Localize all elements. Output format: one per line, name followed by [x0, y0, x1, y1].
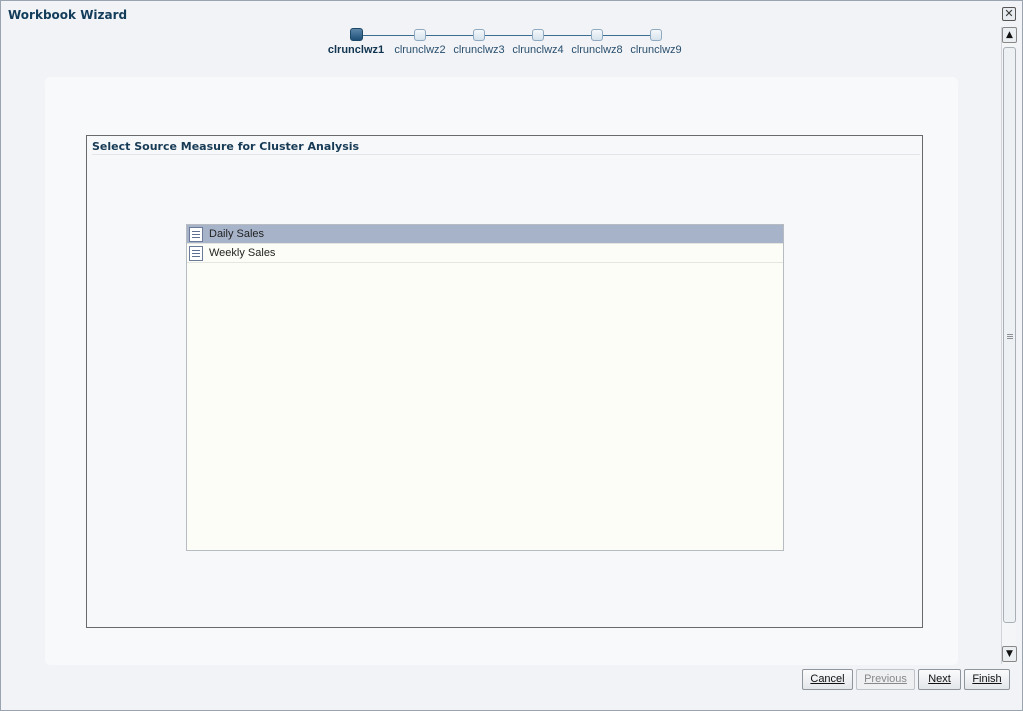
train-step-2-node: [414, 29, 426, 41]
scrollbar-grip: [1007, 334, 1013, 339]
train-step-5[interactable]: clrunclwz8: [567, 28, 627, 56]
document-icon: [189, 226, 203, 242]
document-icon: [189, 245, 203, 261]
train-step-3-label: clrunclwz3: [453, 44, 505, 56]
train-step-5-node: [591, 29, 603, 41]
workbook-wizard-dialog: Workbook Wizard ✕ clrunclwz1 clrunclwz2 …: [0, 0, 1023, 711]
scroll-down-icon[interactable]: ▼: [1002, 646, 1017, 662]
dialog-title: Workbook Wizard: [8, 8, 128, 22]
section-title: Select Source Measure for Cluster Analys…: [92, 140, 360, 153]
train-step-2-label: clrunclwz2: [394, 44, 446, 56]
previous-button[interactable]: Previous: [856, 669, 915, 690]
train-step-3-node: [473, 29, 485, 41]
close-icon[interactable]: ✕: [1002, 7, 1016, 21]
finish-button[interactable]: Finish: [964, 669, 1010, 690]
train-step-6-node: [650, 29, 662, 41]
measure-list[interactable]: Daily Sales Weekly Sales: [186, 224, 784, 551]
vertical-scrollbar[interactable]: ▲ ▼: [1001, 27, 1017, 664]
train-step-4-label: clrunclwz4: [512, 44, 564, 56]
cancel-button[interactable]: Cancel: [802, 669, 853, 690]
train-step-4-node: [532, 29, 544, 41]
list-item[interactable]: Weekly Sales: [187, 244, 783, 263]
list-item[interactable]: Daily Sales: [187, 225, 783, 244]
train-step-6[interactable]: clrunclwz9: [626, 28, 686, 56]
section-title-divider: [92, 154, 920, 155]
train-step-1-label: clrunclwz1: [327, 44, 385, 56]
next-button[interactable]: Next: [918, 669, 961, 690]
train-step-1-node: [349, 28, 363, 41]
scrollbar-thumb[interactable]: [1003, 47, 1016, 623]
train-step-4[interactable]: clrunclwz4: [508, 28, 568, 56]
train-step-6-label: clrunclwz9: [630, 44, 682, 56]
train-step-2[interactable]: clrunclwz2: [390, 28, 450, 56]
list-item-label: Daily Sales: [209, 228, 265, 240]
scroll-up-icon[interactable]: ▲: [1002, 27, 1017, 43]
list-item-label: Weekly Sales: [209, 247, 276, 259]
wizard-train: clrunclwz1 clrunclwz2 clrunclwz3 clruncl…: [321, 28, 691, 62]
train-step-5-label: clrunclwz8: [571, 44, 623, 56]
train-step-3[interactable]: clrunclwz3: [449, 28, 509, 56]
train-step-1[interactable]: clrunclwz1: [326, 28, 386, 56]
